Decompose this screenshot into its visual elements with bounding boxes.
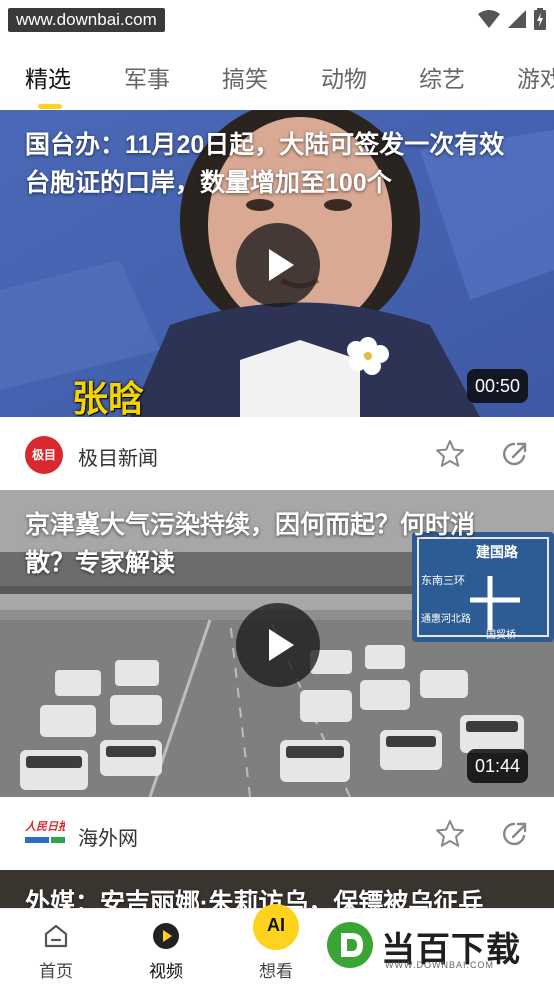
tab-animals[interactable]: 动物 (321, 60, 367, 94)
source-row-1: 极目 极目新闻 (0, 418, 554, 490)
category-tabs: 精选 军事 搞笑 动物 综艺 游戏 (0, 38, 554, 110)
play-button-1[interactable] (236, 223, 320, 307)
source-name-1[interactable]: 极目新闻 (78, 442, 158, 471)
nav-video-label: 视频 (149, 962, 183, 981)
signal-icon (508, 10, 526, 28)
status-bar: www.downbai.com (0, 0, 554, 38)
home-icon (44, 924, 68, 948)
source-logo-haiwai[interactable]: 人民日报 (25, 818, 65, 834)
video-duration-2: 01:44 (466, 749, 528, 783)
road-sign-text-2: 东南三环 (421, 575, 465, 587)
nav-want-to-watch[interactable]: AI 想看 (236, 904, 316, 985)
watermark-logo-icon (327, 922, 373, 968)
nav-video[interactable]: 视频 (126, 909, 206, 985)
nav-want-to-watch-label: 想看 (259, 962, 293, 981)
video-duration-1: 00:50 (466, 369, 528, 403)
share-icon[interactable] (500, 818, 532, 850)
road-sign-text-4: 国贸桥 (486, 630, 516, 641)
play-button-2[interactable] (236, 603, 320, 687)
nav-home[interactable]: 首页 (16, 909, 96, 985)
video-title-2[interactable]: 京津冀大气污染持续，因何而起？何时消散？专家解读 (25, 506, 524, 582)
caption-overlay-1: 张晗 (72, 378, 145, 417)
favorite-star-icon[interactable] (434, 438, 466, 470)
tab-military[interactable]: 军事 (124, 60, 170, 94)
ai-badge-text: AI (267, 915, 285, 935)
play-icon (269, 629, 294, 661)
tab-funny[interactable]: 搞笑 (222, 60, 268, 94)
brand-watermark: 当百下载 WWW.DOWNBAI.COM (325, 918, 547, 972)
video-card-2[interactable]: 京津冀大气污染持续，因何而起？何时消散？专家解读 建国路 东南三环 通惠河北路 … (0, 490, 554, 797)
wifi-icon (478, 10, 500, 28)
favorite-star-icon[interactable] (434, 818, 466, 850)
play-icon (269, 249, 294, 281)
tab-games[interactable]: 游戏 (517, 60, 554, 94)
road-sign-text-3: 通惠河北路 (421, 614, 471, 625)
video-card-1[interactable]: 国台办：11月20日起，大陆可签发一次有效台胞证的口岸，数量增加至100个 张晗… (0, 110, 554, 417)
battery-icon (534, 8, 546, 30)
watermark-subtext: WWW.DOWNBAI.COM (385, 960, 494, 970)
tab-variety[interactable]: 综艺 (419, 60, 465, 94)
video-play-icon (153, 923, 179, 949)
watermark-url: www.downbai.com (8, 8, 165, 32)
source-logo-stripe (25, 837, 65, 843)
status-icons (478, 8, 546, 30)
share-icon[interactable] (500, 438, 532, 470)
active-tab-indicator (38, 104, 62, 109)
source-logo-text-1: 极目 (31, 448, 56, 462)
road-sign-text-1: 建国路 (476, 544, 518, 560)
source-row-2: 人民日报 海外网 (0, 798, 554, 870)
source-name-2[interactable]: 海外网 (78, 822, 138, 851)
video-title-1[interactable]: 国台办：11月20日起，大陆可签发一次有效台胞证的口岸，数量增加至100个 (25, 126, 524, 202)
nav-home-label: 首页 (39, 962, 73, 981)
tab-featured[interactable]: 精选 (25, 60, 71, 94)
